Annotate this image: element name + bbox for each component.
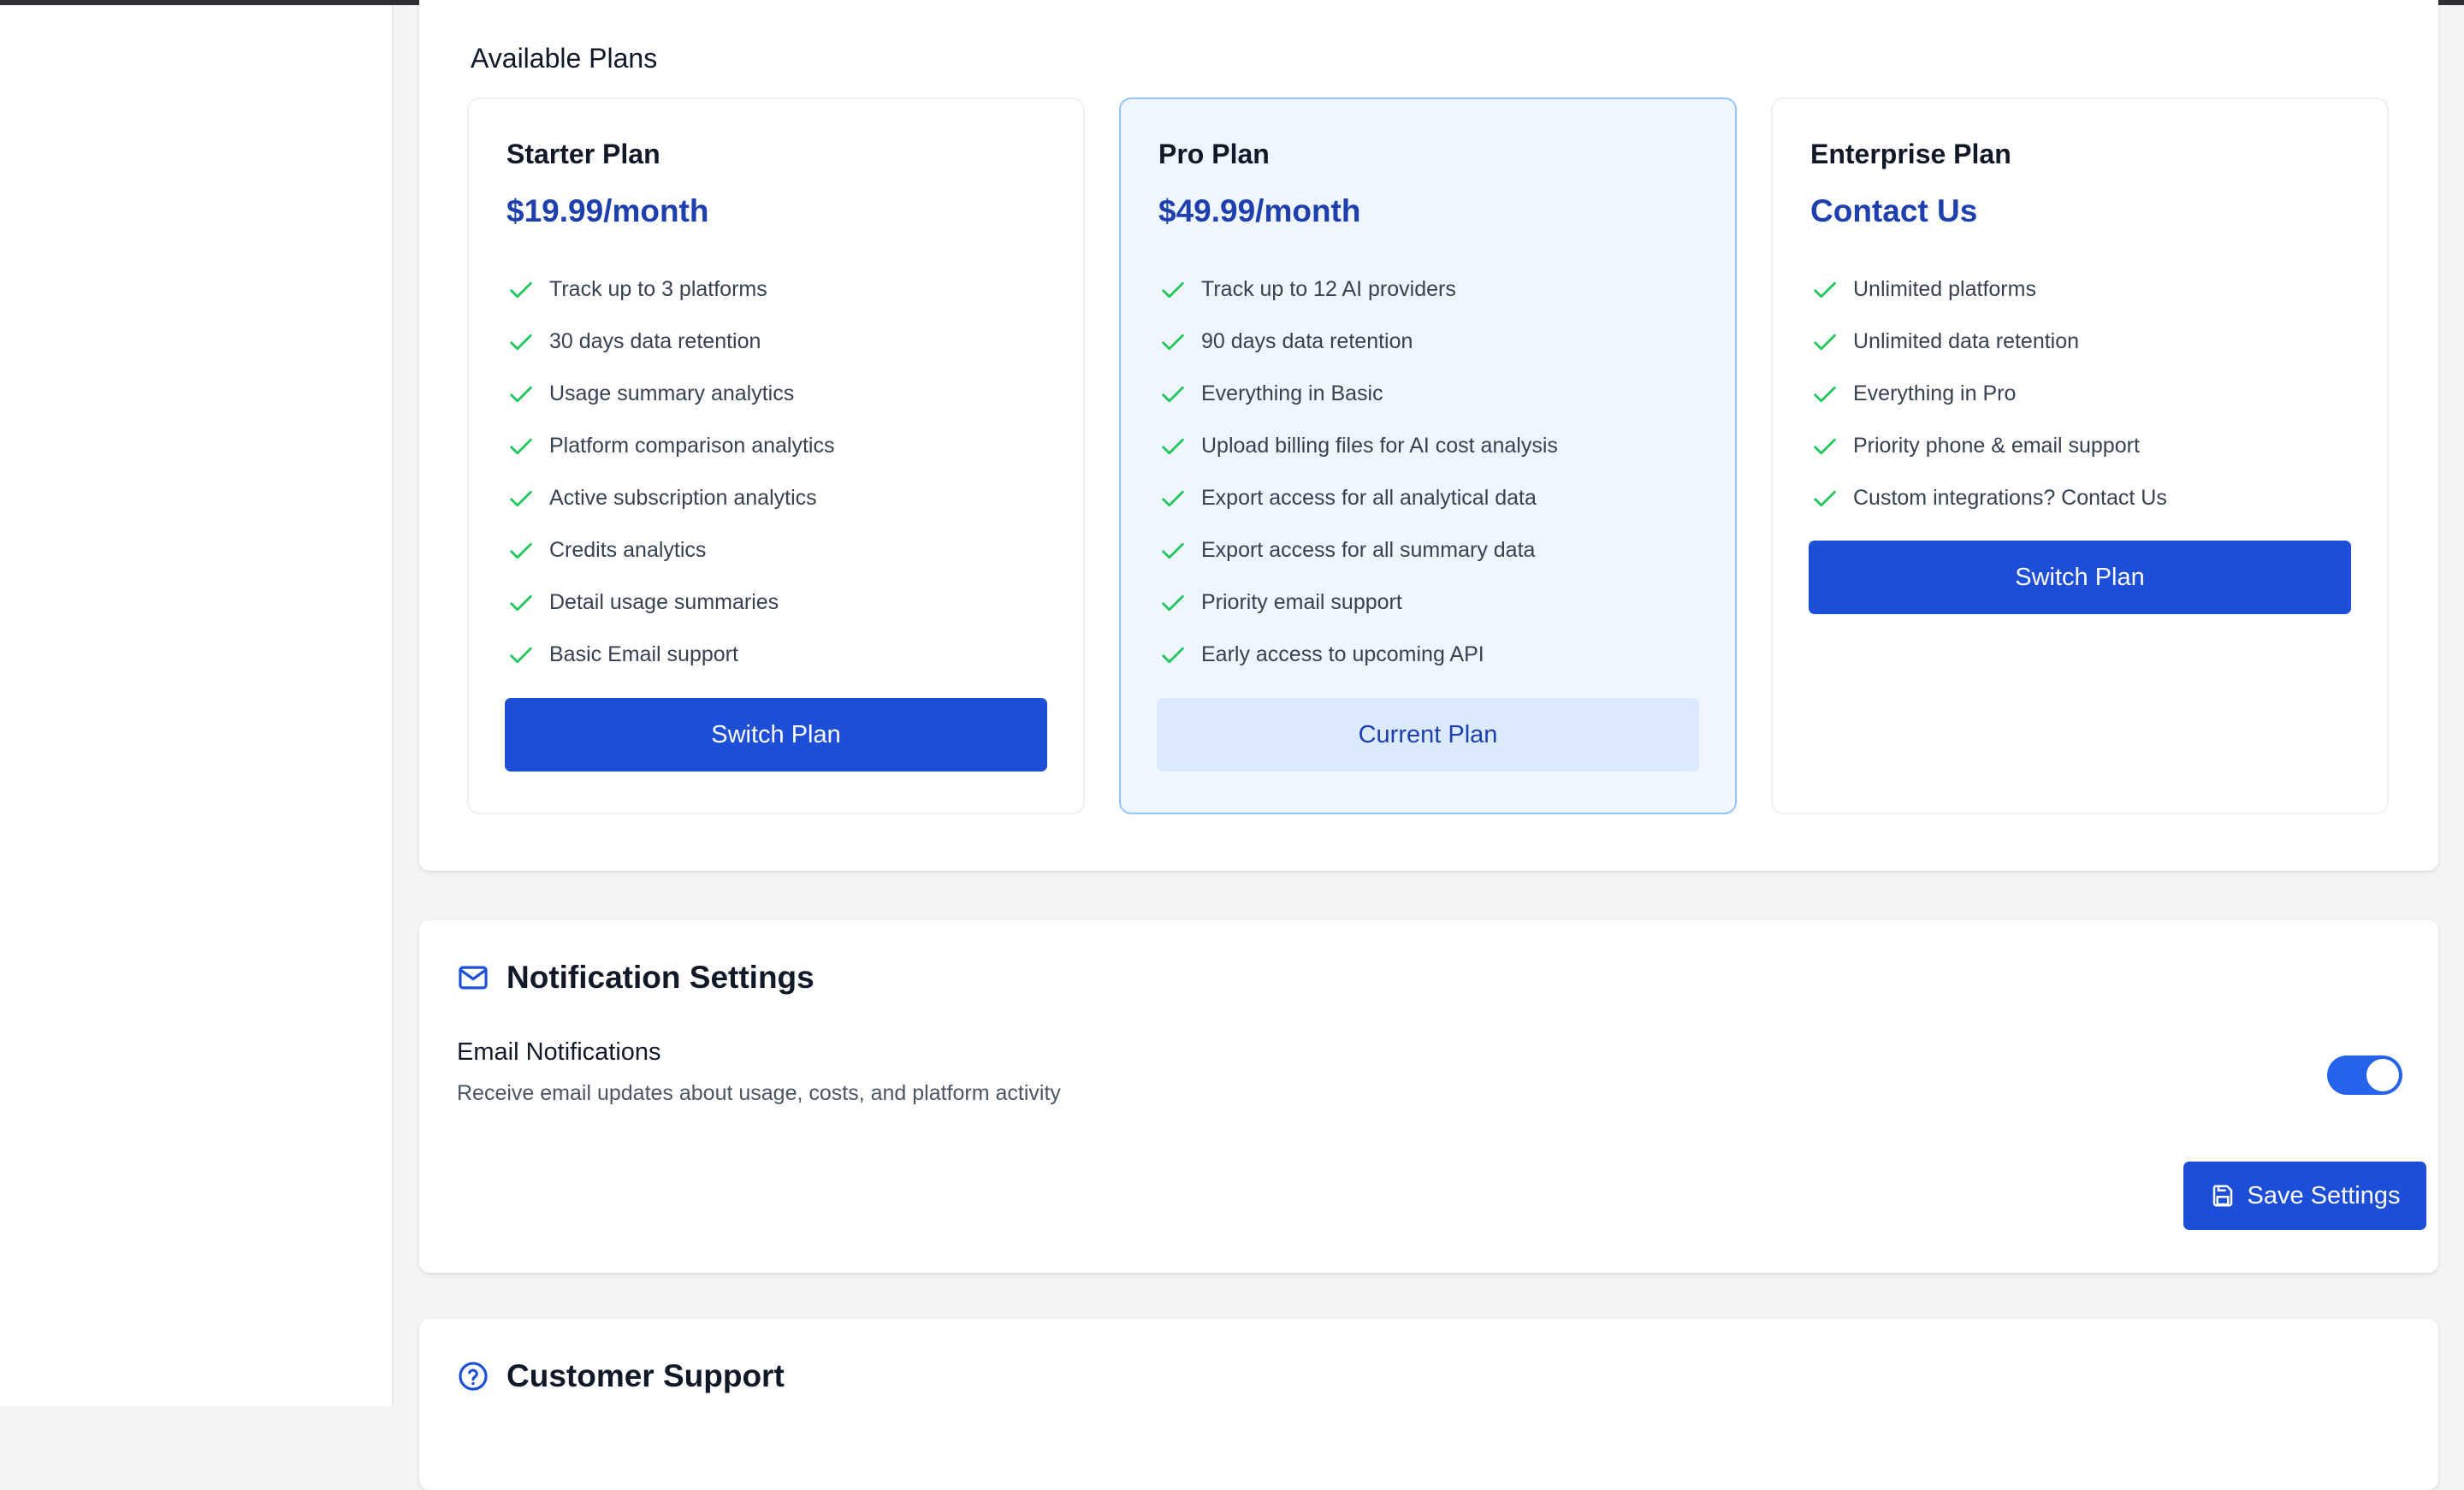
check-icon: [510, 647, 532, 663]
check-icon: [510, 490, 532, 506]
check-icon: [1162, 647, 1184, 663]
feature-list: Unlimited platforms Unlimited data reten…: [1810, 263, 2167, 524]
floppy-disk-icon: [2212, 1185, 2232, 1207]
check-icon: [510, 334, 532, 350]
feature-item: Unlimited data retention: [1810, 316, 2167, 368]
feature-item: Priority phone & email support: [1810, 420, 2167, 472]
help-circle-icon: [459, 1362, 488, 1391]
feature-text: 90 days data retention: [1201, 329, 1413, 353]
customer-support-card: Customer Support: [419, 1319, 2438, 1490]
check-icon: [510, 594, 532, 611]
customer-support-header: Customer Support: [457, 1358, 785, 1394]
feature-text: Everything in Basic: [1201, 381, 1383, 405]
save-settings-label: Save Settings: [2247, 1181, 2401, 1209]
check-icon: [1814, 281, 1836, 298]
switch-plan-button-enterprise[interactable]: Switch Plan: [1809, 541, 2351, 614]
feature-text: Track up to 12 AI providers: [1201, 277, 1456, 301]
main-content: Available Plans Starter Plan $19.99/mont…: [395, 0, 2464, 1490]
feature-item: Unlimited platforms: [1810, 263, 2167, 316]
feature-item: Priority email support: [1158, 576, 1558, 629]
feature-item: Usage summary analytics: [506, 368, 834, 420]
feature-item: Everything in Pro: [1810, 368, 2167, 420]
check-icon: [1162, 542, 1184, 559]
available-plans-title: Available Plans: [471, 43, 658, 74]
feature-text: Unlimited data retention: [1853, 329, 2080, 353]
feature-text: Credits analytics: [549, 538, 707, 562]
feature-item: Export access for all summary data: [1158, 524, 1558, 576]
feature-text: Early access to upcoming API: [1201, 642, 1484, 666]
plan-card-enterprise: Enterprise Plan Contact Us Unlimited pla…: [1771, 98, 2389, 814]
plan-name: Enterprise Plan: [1810, 139, 2011, 169]
check-icon: [510, 542, 532, 559]
save-settings-button[interactable]: Save Settings: [2183, 1162, 2426, 1230]
feature-list: Track up to 3 platforms 30 days data ret…: [506, 263, 834, 681]
feature-item: Export access for all analytical data: [1158, 472, 1558, 524]
email-notifications-description: Receive email updates about usage, costs…: [457, 1081, 1061, 1105]
check-icon: [510, 438, 532, 454]
check-icon: [1814, 490, 1836, 506]
feature-item: Detail usage summaries: [506, 576, 834, 629]
check-icon: [1162, 281, 1184, 298]
check-icon: [510, 281, 532, 298]
feature-text: Export access for all analytical data: [1201, 486, 1537, 510]
notification-settings-card: Notification Settings Email Notification…: [419, 920, 2438, 1273]
toggle-knob: [2366, 1059, 2399, 1091]
plan-name: Starter Plan: [506, 139, 660, 169]
email-notifications-toggle[interactable]: [2327, 1055, 2402, 1095]
notification-settings-title: Notification Settings: [506, 960, 814, 995]
feature-text: Export access for all summary data: [1201, 538, 1536, 562]
current-plan-button[interactable]: Current Plan: [1157, 698, 1699, 772]
check-icon: [1162, 594, 1184, 611]
plan-price: Contact Us: [1810, 193, 1978, 228]
feature-item: Active subscription analytics: [506, 472, 834, 524]
feature-item: Credits analytics: [506, 524, 834, 576]
customer-support-title: Customer Support: [506, 1358, 785, 1393]
feature-text: Basic Email support: [549, 642, 738, 666]
feature-item: Track up to 3 platforms: [506, 263, 834, 316]
plan-card-pro: Pro Plan $49.99/month Track up to 12 AI …: [1119, 98, 1737, 814]
feature-list: Track up to 12 AI providers 90 days data…: [1158, 263, 1558, 681]
feature-text: Everything in Pro: [1853, 381, 2017, 405]
feature-text: Custom integrations? Contact Us: [1853, 486, 2167, 510]
feature-text: Unlimited platforms: [1853, 277, 2036, 301]
available-plans-card: Available Plans Starter Plan $19.99/mont…: [419, 0, 2438, 871]
feature-item: Basic Email support: [506, 629, 834, 681]
plan-card-starter: Starter Plan $19.99/month Track up to 3 …: [467, 98, 1085, 814]
feature-item: Track up to 12 AI providers: [1158, 263, 1558, 316]
check-icon: [1162, 386, 1184, 402]
feature-text: Usage summary analytics: [549, 381, 795, 405]
feature-text: 30 days data retention: [549, 329, 761, 353]
feature-item: 30 days data retention: [506, 316, 834, 368]
feature-item: Platform comparison analytics: [506, 420, 834, 472]
feature-item: 90 days data retention: [1158, 316, 1558, 368]
plan-price: $19.99/month: [506, 193, 709, 228]
check-icon: [1814, 438, 1836, 454]
feature-item: Everything in Basic: [1158, 368, 1558, 420]
feature-item: Early access to upcoming API: [1158, 629, 1558, 681]
feature-item: Upload billing files for AI cost analysi…: [1158, 420, 1558, 472]
notification-settings-header: Notification Settings: [457, 960, 814, 996]
feature-text: Platform comparison analytics: [549, 434, 835, 458]
feature-text: Detail usage summaries: [549, 590, 779, 614]
plan-name: Pro Plan: [1158, 139, 1270, 169]
check-icon: [1162, 334, 1184, 350]
feature-item: Custom integrations? Contact Us: [1810, 472, 2167, 524]
feature-text: Upload billing files for AI cost analysi…: [1201, 434, 1558, 458]
check-icon: [1162, 438, 1184, 454]
email-notifications-label: Email Notifications: [457, 1038, 661, 1066]
feature-text: Priority phone & email support: [1853, 434, 2140, 458]
feature-text: Track up to 3 platforms: [549, 277, 767, 301]
feature-text: Active subscription analytics: [549, 486, 817, 510]
check-icon: [1814, 334, 1836, 350]
check-icon: [1814, 386, 1836, 402]
check-icon: [1162, 490, 1184, 506]
feature-text: Priority email support: [1201, 590, 1402, 614]
switch-plan-button-starter[interactable]: Switch Plan: [505, 698, 1047, 772]
check-icon: [510, 386, 532, 402]
plan-price: $49.99/month: [1158, 193, 1361, 228]
mail-icon: [459, 966, 488, 990]
sidebar: [0, 5, 394, 1406]
